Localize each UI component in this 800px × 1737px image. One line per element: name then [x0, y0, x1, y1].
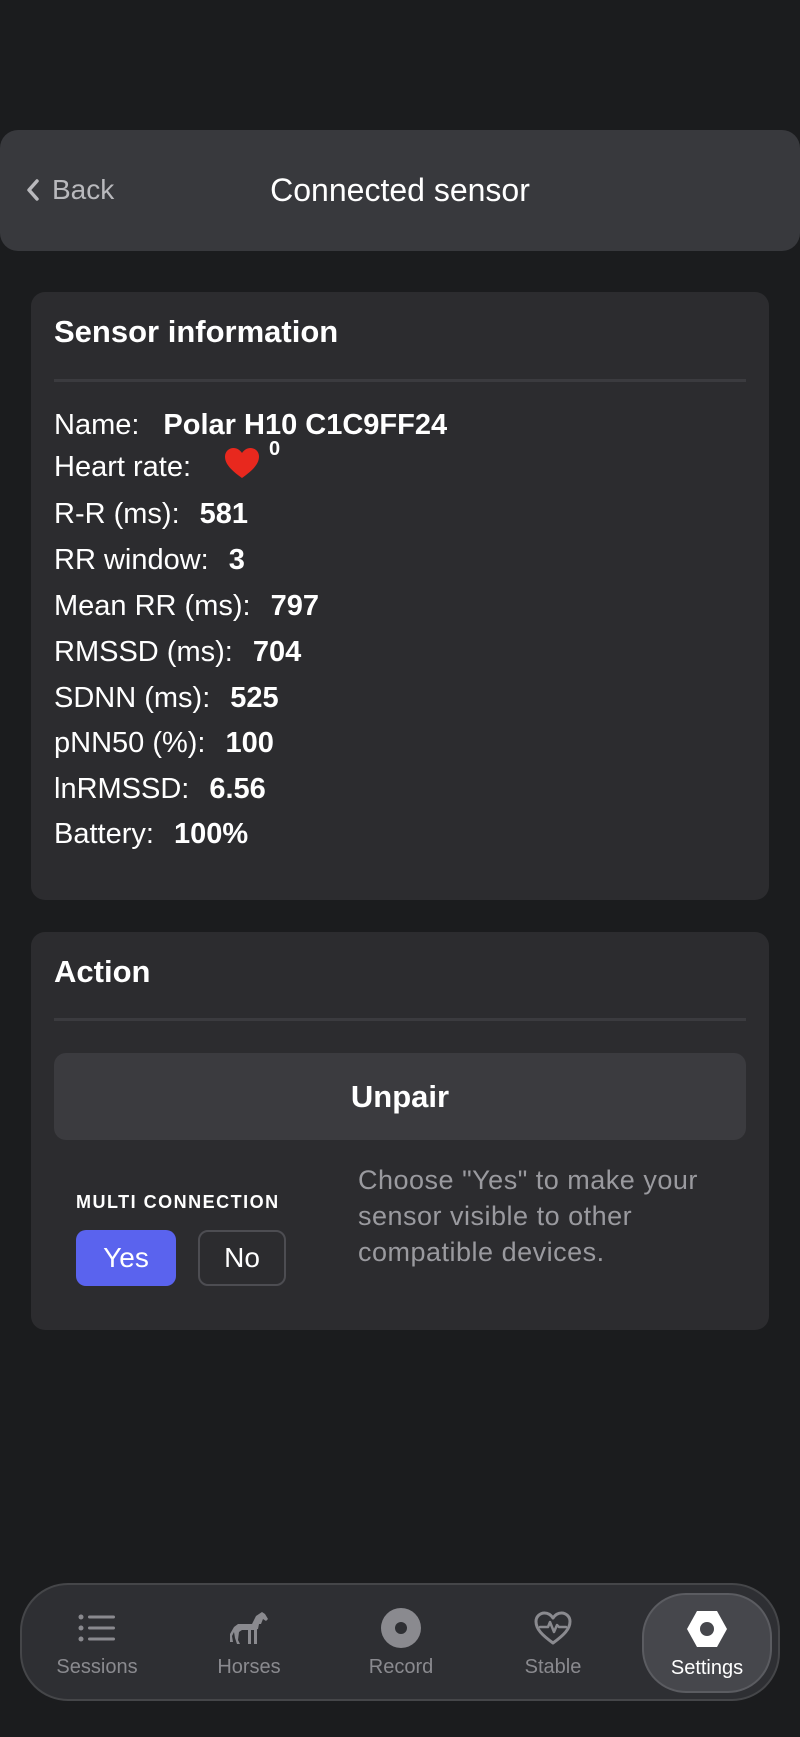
divider — [54, 1018, 746, 1021]
info-row-heart-rate: Heart rate: 0 — [54, 438, 280, 488]
unpair-button[interactable]: Unpair — [54, 1053, 746, 1140]
tab-sessions[interactable]: Sessions — [32, 1585, 162, 1699]
heart-icon — [223, 446, 261, 488]
info-row-sdnn: SDNN (ms): 525 — [54, 678, 279, 718]
tab-label: Horses — [217, 1655, 281, 1678]
info-row-mean-rr: Mean RR (ms): 797 — [54, 586, 319, 626]
sensor-information-card: Sensor information Name: Polar H10 C1C9F… — [31, 292, 769, 900]
tab-horses[interactable]: Horses — [184, 1585, 314, 1699]
pnn50-value: 100 — [225, 726, 274, 759]
heart-pulse-icon — [533, 1606, 573, 1650]
tab-label: Stable — [524, 1655, 582, 1678]
tab-label: Sessions — [56, 1655, 138, 1678]
info-row-name: Name: Polar H10 C1C9FF24 — [54, 405, 447, 445]
info-row-battery: Battery: 100% — [54, 814, 248, 854]
multi-connection-yes-button[interactable]: Yes — [76, 1230, 176, 1286]
tab-label: Record — [368, 1655, 434, 1678]
info-label: RMSSD (ms): — [54, 635, 233, 668]
multi-connection-help-text: Choose "Yes" to make your sensor visible… — [358, 1165, 698, 1267]
top-nav-bar: Back Connected sensor — [0, 130, 800, 251]
sensor-name-value: Polar H10 C1C9FF24 — [163, 408, 448, 441]
info-label: Mean RR (ms): — [54, 589, 251, 622]
mean-rr-value: 797 — [270, 589, 319, 622]
tab-settings[interactable]: Settings — [642, 1593, 772, 1693]
info-row-rr-window: RR window: 3 — [54, 540, 245, 580]
heart-rate-value: 0 — [269, 438, 281, 460]
hexagon-nut-icon — [685, 1607, 729, 1651]
record-icon — [380, 1606, 422, 1650]
multi-connection-no-button[interactable]: No — [198, 1230, 286, 1286]
sensor-information-title: Sensor information — [54, 314, 339, 349]
multi-connection-label: MULTI CONNECTION — [76, 1192, 280, 1212]
tab-record[interactable]: Record — [336, 1585, 466, 1699]
info-label: SDNN (ms): — [54, 681, 211, 714]
tab-stable[interactable]: Stable — [488, 1585, 618, 1699]
info-row-rr: R-R (ms): 581 — [54, 494, 248, 534]
divider — [54, 379, 746, 382]
info-row-lnrmssd: lnRMSSD: 6.56 — [54, 769, 266, 809]
info-label: Battery: — [54, 817, 154, 850]
lnrmssd-value: 6.56 — [209, 772, 266, 805]
action-title: Action — [54, 954, 151, 989]
info-label: R-R (ms): — [54, 497, 180, 530]
info-row-rmssd: RMSSD (ms): 704 — [54, 632, 301, 672]
battery-value: 100% — [173, 817, 249, 850]
rr-window-value: 3 — [228, 543, 245, 576]
page-title: Connected sensor — [270, 172, 530, 208]
list-icon — [77, 1606, 117, 1650]
rmssd-value: 704 — [252, 635, 302, 668]
connected-sensor-screen: Back Connected sensor Sensor information… — [0, 0, 800, 1737]
horse-icon — [228, 1606, 270, 1650]
action-card: Action Unpair MULTI CONNECTION Yes No Ch… — [31, 932, 769, 1330]
info-label: pNN50 (%): — [54, 726, 206, 759]
info-label: Heart rate: — [54, 450, 191, 483]
info-label: lnRMSSD: — [54, 772, 190, 805]
sdnn-value: 525 — [230, 681, 279, 714]
info-row-pnn50: pNN50 (%): 100 — [54, 723, 274, 763]
heart-rate-indicator: 0 — [223, 438, 280, 488]
rr-value: 581 — [199, 497, 249, 530]
info-label: RR window: — [54, 543, 209, 576]
info-label: Name: — [54, 408, 140, 441]
bottom-tab-bar: Sessions Horses Record Stable Settings — [20, 1583, 780, 1701]
tab-label: Settings — [670, 1656, 744, 1679]
